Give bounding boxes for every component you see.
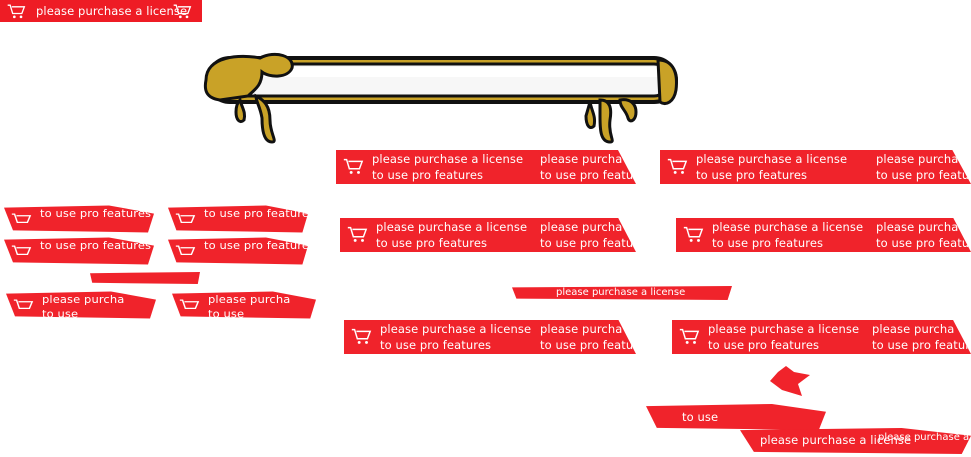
watermark-subtext-partial: to use [208, 307, 245, 321]
watermark-text-partial: please purcha [876, 152, 959, 166]
shopping-cart-icon [175, 213, 196, 224]
watermark-text-partial: please purcha [876, 220, 959, 234]
watermark-sticker[interactable]: please purcha to use [6, 291, 156, 321]
watermark-text: please purchase a license [712, 220, 864, 234]
watermark-subtext: to use pro features [204, 239, 316, 252]
watermark-subtext: to use pro features [696, 168, 808, 182]
watermark-subtext-partial: to use pro features [876, 236, 971, 250]
watermark-text: please purchase a license [36, 4, 188, 18]
watermark-subtext-partial: to use pro featu [540, 168, 634, 182]
watermark-text: please purchase a license [380, 322, 532, 336]
watermark-text-partial: please purcha [540, 152, 623, 166]
watermark-sticker[interactable]: to use pro features [168, 205, 308, 233]
watermark-sticker[interactable]: to use [646, 404, 826, 430]
shopping-cart-icon [13, 299, 34, 310]
watermark-text: please purchase a license [696, 152, 848, 166]
watermark-sticker[interactable]: please purchase a license to use pro fea… [676, 218, 971, 252]
shopping-cart-icon [679, 328, 700, 344]
watermark-sticker[interactable]: please purcha to use [172, 291, 316, 321]
shopping-cart-icon [667, 158, 688, 174]
watermark-subtext-partial: to use pro featu [540, 236, 634, 250]
progress-bar [203, 52, 678, 144]
watermark-subtext: to use pro features [540, 338, 652, 352]
watermark-subtext: to use pro features [40, 207, 152, 220]
watermark-subtext: to use pro features [376, 236, 488, 250]
canvas: please purchase a license please purchas… [0, 0, 971, 457]
shopping-cart-icon [173, 4, 192, 19]
watermark-text: please purchase a license [708, 322, 860, 336]
watermark-text-partial: please purcha [540, 220, 623, 234]
watermark-text-partial: please purchase a license [556, 287, 686, 298]
shopping-cart-icon [683, 226, 704, 242]
shopping-cart-icon [11, 213, 32, 224]
shopping-cart-icon [7, 4, 26, 19]
watermark-text-partial: please purchase a [878, 432, 970, 443]
watermark-sticker[interactable]: please purchase a license to use pro fea… [672, 320, 971, 354]
shopping-cart-icon [351, 328, 372, 344]
watermark-text-partial: please purcha [42, 293, 125, 306]
watermark-sticker[interactable]: to use pro features [168, 237, 308, 265]
watermark-text: please purchase a license [372, 152, 524, 166]
watermark-subtext: to use pro features [712, 236, 824, 250]
watermark-text-partial: please purcha [540, 322, 623, 336]
watermark-sticker[interactable]: please purchase a license to use pro fea… [336, 150, 636, 184]
watermark-subtext: to use pro features [372, 168, 484, 182]
watermark-text: please purchase a license [376, 220, 528, 234]
shopping-cart-icon [347, 226, 368, 242]
shopping-cart-icon [11, 245, 32, 256]
watermark-sticker[interactable]: please purchase a license to use pro fea… [340, 218, 636, 252]
watermark-band [90, 272, 200, 284]
shopping-cart-icon [179, 299, 200, 310]
watermark-subtext: to use pro features [872, 338, 971, 352]
watermark-subtext: to use pro features [40, 239, 152, 252]
watermark-sticker[interactable]: please purchase a license to use pro fea… [660, 150, 971, 184]
watermark-subtext-partial: to use [42, 307, 79, 321]
watermark-badge-top[interactable]: please purchase a license [0, 0, 202, 22]
watermark-text-partial: please purcha [872, 322, 955, 336]
watermark-sticker[interactable]: please purchase a license to use pro fea… [344, 320, 636, 354]
shopping-cart-icon [175, 245, 196, 256]
watermark-subtext: to use pro features [204, 207, 316, 220]
watermark-sticker[interactable]: to use pro features [4, 237, 154, 265]
watermark-sticker[interactable]: to use pro features [4, 205, 154, 233]
shopping-cart-icon [343, 158, 364, 174]
watermark-subtext-partial: to use pro features [876, 168, 971, 182]
watermark-subtext: to use pro features [708, 338, 820, 352]
watermark-splash [770, 366, 810, 396]
watermark-text-partial: please purcha [208, 293, 291, 306]
watermark-subtext-partial: to use [682, 410, 719, 424]
watermark-subtext: to use pro features [380, 338, 492, 352]
